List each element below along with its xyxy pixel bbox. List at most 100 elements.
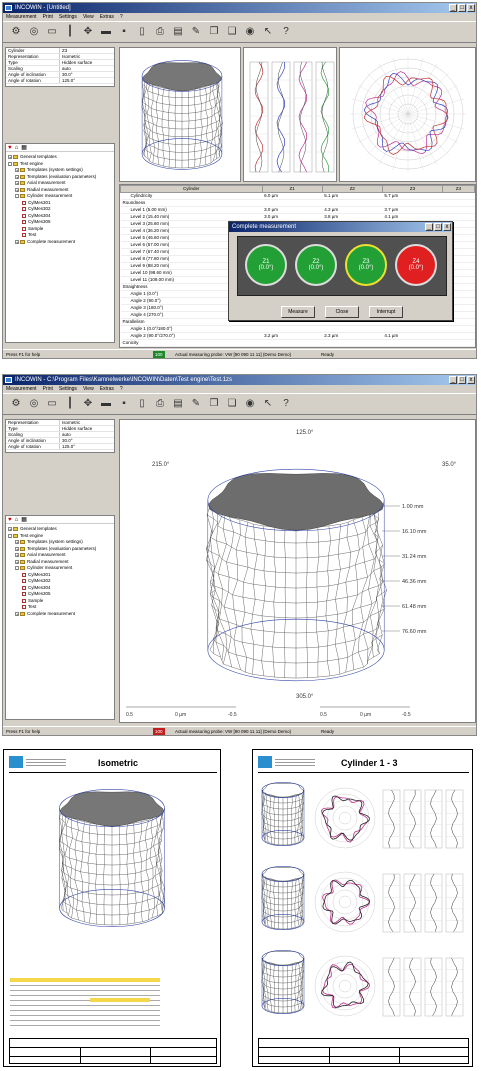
save-icon[interactable]: ▪ bbox=[117, 397, 131, 411]
window-title-bar[interactable]: INCOWIN - [Untitled] _ □ x bbox=[3, 3, 476, 13]
close-button[interactable]: x bbox=[467, 376, 475, 384]
menu-help[interactable]: ? bbox=[120, 385, 123, 393]
interrupt-button[interactable]: Interrupt bbox=[369, 306, 403, 318]
tree-item[interactable]: + Complete measurement bbox=[8, 611, 112, 618]
menu-help[interactable]: ? bbox=[120, 13, 123, 21]
prop-value[interactable]: 125.0° bbox=[60, 444, 114, 449]
table-row[interactable]: Angle 2 (90.0°/270.0°) 3.2 µm 2.3 µm 4.1 µm bbox=[120, 332, 475, 340]
probe-icon[interactable]: ⚙ bbox=[9, 397, 23, 411]
table-row[interactable]: Conicity bbox=[120, 339, 475, 347]
menu-settings[interactable]: Settings bbox=[59, 13, 77, 21]
table-row[interactable]: Cylindricity 6.0 µm 5.1 µm 5.7 µm bbox=[120, 192, 475, 200]
column-header[interactable]: Z3 bbox=[381, 185, 444, 193]
minimize-button[interactable]: _ bbox=[449, 4, 457, 12]
menu-measurement[interactable]: Measurement bbox=[6, 385, 37, 393]
collapse-icon[interactable]: - bbox=[8, 533, 12, 538]
ruler-icon[interactable]: ▭ bbox=[45, 25, 59, 39]
dialog-title-bar[interactable]: Complete measurement _ □ x bbox=[229, 222, 452, 232]
tree-tool-icon[interactable]: ⌂ bbox=[15, 517, 19, 523]
table-row[interactable]: Angle 1 (0.0°)-2.7 µm-1.7 µm0.7 µm bbox=[120, 346, 475, 347]
save-icon[interactable]: ▪ bbox=[117, 25, 131, 39]
help-pointer-icon[interactable]: ↖ bbox=[261, 25, 275, 39]
paste-icon[interactable]: ❏ bbox=[225, 25, 239, 39]
expand-icon[interactable]: + bbox=[15, 546, 19, 551]
menu-measurement[interactable]: Measurement bbox=[6, 13, 37, 21]
straightness-plots[interactable] bbox=[243, 47, 337, 182]
paste-icon[interactable]: ❏ bbox=[225, 397, 239, 411]
expand-icon[interactable]: + bbox=[8, 155, 12, 160]
tree-tool-icon[interactable]: ▦ bbox=[21, 517, 27, 523]
column-header[interactable]: Z1 bbox=[261, 185, 323, 193]
dialog-maximize-button[interactable]: □ bbox=[434, 223, 442, 231]
column-header[interactable]: Cylinder bbox=[120, 185, 263, 193]
dialog-minimize-button[interactable]: _ bbox=[425, 223, 433, 231]
arrows-icon[interactable]: ✥ bbox=[81, 25, 95, 39]
window-title-bar[interactable]: INCOWIN - C:\Program Files\Kamnelwerke\I… bbox=[3, 375, 476, 385]
tree-tool-icon[interactable]: ▦ bbox=[21, 145, 27, 151]
minimize-button[interactable]: _ bbox=[449, 376, 457, 384]
print-icon[interactable]: ⎙ bbox=[153, 397, 167, 411]
prop-value[interactable]: Z3 bbox=[60, 48, 114, 53]
menu-print[interactable]: Print bbox=[43, 13, 53, 21]
expand-icon[interactable]: + bbox=[15, 187, 19, 192]
open-icon[interactable]: ▬ bbox=[99, 397, 113, 411]
copy-icon[interactable]: ❐ bbox=[207, 397, 221, 411]
menu-extras[interactable]: Extras bbox=[100, 13, 114, 21]
arrows-icon[interactable]: ✥ bbox=[81, 397, 95, 411]
measure-button[interactable]: Measure bbox=[281, 306, 315, 318]
target-icon[interactable]: ◎ bbox=[27, 25, 41, 39]
prop-value[interactable]: Hidden surface bbox=[60, 60, 114, 65]
export-icon[interactable]: ▤ bbox=[171, 397, 185, 411]
isometric-view[interactable]: 125.0° 215.0° 35.0° 305.0° 1.00 mm 16.10… bbox=[119, 419, 476, 723]
table-row[interactable]: Level 2 (15.40 mm) 3.0 µm 3.8 µm 4.1 µm bbox=[120, 213, 475, 221]
menu-view[interactable]: View bbox=[83, 385, 94, 393]
prop-value[interactable]: Isometric bbox=[60, 54, 114, 59]
prop-value[interactable]: 30.0° bbox=[60, 72, 114, 77]
expand-icon[interactable]: + bbox=[15, 611, 19, 616]
target-icon[interactable]: ◎ bbox=[27, 397, 41, 411]
prop-value[interactable]: auto bbox=[60, 66, 114, 71]
maximize-button[interactable]: □ bbox=[458, 4, 466, 12]
menu-print[interactable]: Print bbox=[43, 385, 53, 393]
close-dialog-button[interactable]: Close bbox=[325, 306, 359, 318]
isometric-preview[interactable] bbox=[119, 47, 241, 182]
probe-stand-icon[interactable]: ┃ bbox=[63, 397, 77, 411]
tree-item[interactable]: + Complete measurement bbox=[8, 239, 112, 246]
close-button[interactable]: x bbox=[467, 4, 475, 12]
table-row[interactable]: Level 1 (5.00 mm) 3.0 µm 4.3 µm 3.7 µm bbox=[120, 206, 475, 214]
report-icon[interactable]: ✎ bbox=[189, 25, 203, 39]
table-row[interactable]: Angle 1 (0.0°/180.0°) bbox=[120, 325, 475, 333]
menu-settings[interactable]: Settings bbox=[59, 385, 77, 393]
table-row[interactable]: Roundness bbox=[120, 199, 475, 207]
prop-value[interactable]: Isometric bbox=[60, 420, 114, 425]
expand-icon[interactable]: + bbox=[15, 559, 19, 564]
heart-icon[interactable]: ♥ bbox=[8, 145, 12, 151]
record-icon[interactable]: ◉ bbox=[243, 397, 257, 411]
print-icon[interactable]: ⎙ bbox=[153, 25, 167, 39]
collapse-icon[interactable]: - bbox=[8, 161, 12, 166]
maximize-button[interactable]: □ bbox=[458, 376, 466, 384]
export-icon[interactable]: ▤ bbox=[171, 25, 185, 39]
roundness-polar-plot[interactable] bbox=[339, 47, 476, 182]
probe-icon[interactable]: ⚙ bbox=[9, 25, 23, 39]
help-pointer-icon[interactable]: ↖ bbox=[261, 397, 275, 411]
prop-value[interactable]: 125.0° bbox=[60, 78, 114, 83]
column-header[interactable]: Z2 bbox=[321, 185, 383, 193]
prop-row-rotation[interactable]: Angle of rotation 125.0° bbox=[6, 444, 114, 450]
preview-icon[interactable]: ▯ bbox=[135, 25, 149, 39]
report-icon[interactable]: ✎ bbox=[189, 397, 203, 411]
expand-icon[interactable]: + bbox=[15, 174, 19, 179]
ruler-icon[interactable]: ▭ bbox=[45, 397, 59, 411]
prop-value[interactable]: Hidden surface bbox=[60, 426, 114, 431]
copy-icon[interactable]: ❐ bbox=[207, 25, 221, 39]
help-icon[interactable]: ? bbox=[279, 397, 293, 411]
prop-row-rotation[interactable]: Angle of rotation 125.0° bbox=[6, 78, 114, 84]
help-icon[interactable]: ? bbox=[279, 25, 293, 39]
expand-icon[interactable]: + bbox=[15, 239, 19, 244]
menu-extras[interactable]: Extras bbox=[100, 385, 114, 393]
expand-icon[interactable]: + bbox=[15, 540, 19, 545]
dialog-close-button[interactable]: x bbox=[443, 223, 451, 231]
tree-tool-icon[interactable]: ⌂ bbox=[15, 145, 19, 151]
heart-icon[interactable]: ♥ bbox=[8, 517, 12, 523]
expand-icon[interactable]: + bbox=[15, 181, 19, 186]
